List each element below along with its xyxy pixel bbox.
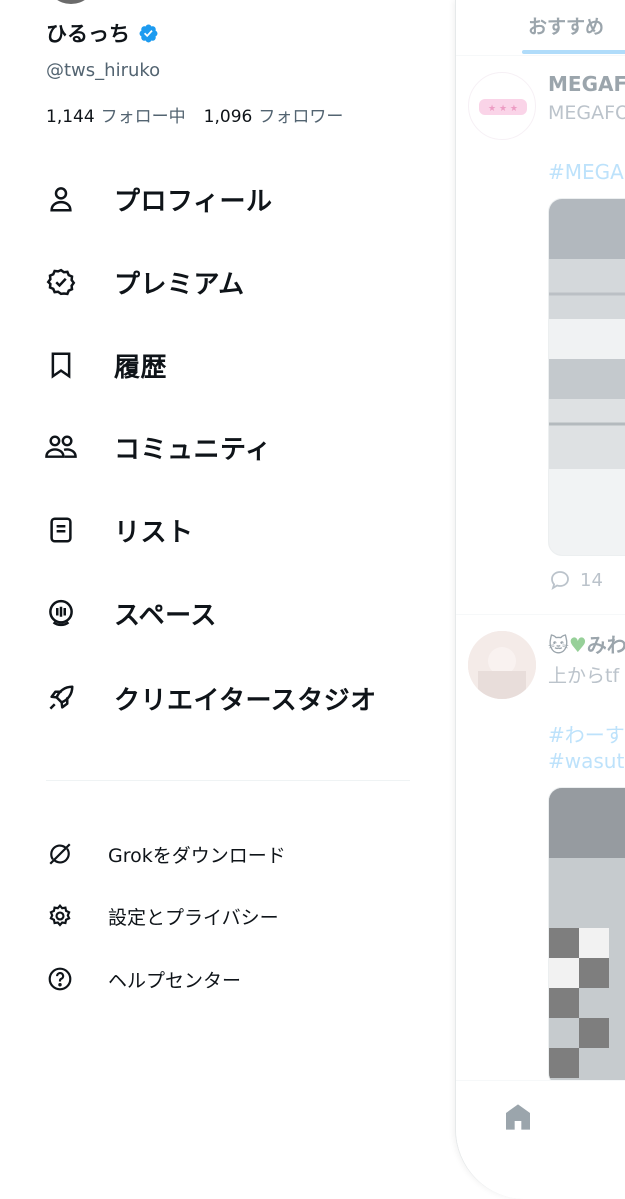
post-author-handle: MEGAFO bbox=[548, 102, 625, 124]
menu-item-label: Grokをダウンロード bbox=[108, 844, 286, 867]
menu-item-label: プレミアム bbox=[114, 269, 245, 300]
bookmark-icon bbox=[44, 348, 78, 382]
post-hashtag[interactable]: #わーす bbox=[548, 719, 625, 748]
menu-item-label: 履歴 bbox=[114, 352, 168, 383]
divider bbox=[46, 780, 410, 781]
menu-item-label: コミュニティ bbox=[114, 434, 272, 465]
menu-item-label: 設定とプライバシー bbox=[108, 906, 279, 929]
navigation-drawer: ひるっち @tws_hiruko 1,144 フォロー中 1,096 フォロワー プ… bbox=[0, 0, 455, 1199]
post-avatar[interactable] bbox=[468, 631, 536, 699]
home-icon[interactable] bbox=[502, 1101, 534, 1133]
post-media[interactable] bbox=[548, 198, 625, 556]
menu-item-label: ヘルプセンター bbox=[108, 969, 242, 992]
menu-item-label: プロフィール bbox=[114, 186, 273, 217]
followers-label: フォロワー bbox=[258, 107, 344, 127]
people-icon bbox=[44, 430, 78, 464]
following-label: フォロー中 bbox=[100, 107, 186, 127]
post-author-name[interactable]: 🐱♥みわ bbox=[548, 629, 625, 658]
menu-item-spaces[interactable]: スペース bbox=[0, 581, 455, 645]
menu-item-lists[interactable]: リスト bbox=[0, 498, 455, 562]
followers-count: 1,096 bbox=[203, 107, 253, 127]
gear-icon bbox=[46, 902, 74, 930]
person-icon bbox=[44, 182, 78, 216]
tab-indicator bbox=[522, 50, 625, 54]
menu-item-grok-download[interactable]: Grokをダウンロード bbox=[0, 832, 455, 876]
user-handle: @tws_hiruko bbox=[46, 60, 161, 81]
following-link[interactable]: 1,144 フォロー中 bbox=[46, 102, 186, 127]
menu-item-communities[interactable]: コミュニティ bbox=[0, 415, 455, 479]
svg-text:★ ★ ★: ★ ★ ★ bbox=[488, 104, 518, 114]
microphone-icon bbox=[44, 596, 78, 630]
menu-item-creator-studio[interactable]: クリエイタースタジオ bbox=[0, 666, 455, 730]
post-hashtag[interactable]: #wasuta bbox=[548, 749, 625, 773]
timeline-panel[interactable]: おすすめ ★ ★ ★ MEGAF MEGAFO #MEGA 14 🐱♥みわ 上か… bbox=[455, 0, 625, 1199]
timeline-post[interactable]: 🐱♥みわ 上からtf #わーす #wasuta bbox=[456, 615, 625, 1087]
menu-item-label: スペース bbox=[114, 600, 217, 631]
post-author-label: みわ bbox=[586, 633, 625, 657]
menu-item-label: クリエイタースタジオ bbox=[114, 685, 377, 716]
post-text: 上からtf bbox=[548, 665, 620, 687]
grok-icon bbox=[46, 840, 74, 868]
verified-badge-icon bbox=[44, 265, 78, 299]
bottom-navigation bbox=[456, 1080, 625, 1199]
help-icon bbox=[46, 965, 74, 993]
menu-item-settings-privacy[interactable]: 設定とプライバシー bbox=[0, 894, 455, 938]
profile-name-row[interactable]: ひるっち bbox=[46, 18, 159, 48]
post-author-name[interactable]: MEGAF bbox=[548, 72, 625, 96]
list-icon bbox=[44, 513, 78, 547]
post-media[interactable] bbox=[548, 787, 625, 1087]
post-avatar[interactable]: ★ ★ ★ bbox=[468, 72, 536, 140]
display-name: ひるっち bbox=[46, 22, 130, 46]
menu-item-history[interactable]: 履歴 bbox=[0, 333, 455, 397]
tab-for-you[interactable]: おすすめ bbox=[528, 12, 604, 39]
menu-item-help-center[interactable]: ヘルプセンター bbox=[0, 957, 455, 1001]
menu-item-premium[interactable]: プレミアム bbox=[0, 250, 455, 314]
rocket-icon bbox=[44, 681, 78, 715]
reply-icon bbox=[551, 571, 569, 591]
menu-item-label: リスト bbox=[114, 517, 194, 548]
cat-emoji-icon: 🐱 bbox=[548, 633, 569, 657]
reply-button[interactable]: 14 bbox=[548, 568, 603, 592]
menu-item-profile[interactable]: プロフィール bbox=[0, 167, 455, 231]
avatar[interactable] bbox=[46, 0, 96, 6]
reply-count: 14 bbox=[580, 569, 603, 591]
green-heart-emoji-icon: ♥ bbox=[568, 633, 587, 657]
follow-stats: 1,144 フォロー中 1,096 フォロワー bbox=[46, 102, 343, 127]
followers-link[interactable]: 1,096 フォロワー bbox=[204, 102, 344, 127]
timeline-tab-bar: おすすめ bbox=[456, 0, 625, 56]
verified-badge-icon bbox=[139, 24, 158, 42]
timeline-post[interactable]: ★ ★ ★ MEGAF MEGAFO #MEGA 14 bbox=[456, 56, 625, 614]
following-count: 1,144 bbox=[46, 107, 95, 127]
post-hashtag[interactable]: #MEGA bbox=[548, 160, 624, 184]
